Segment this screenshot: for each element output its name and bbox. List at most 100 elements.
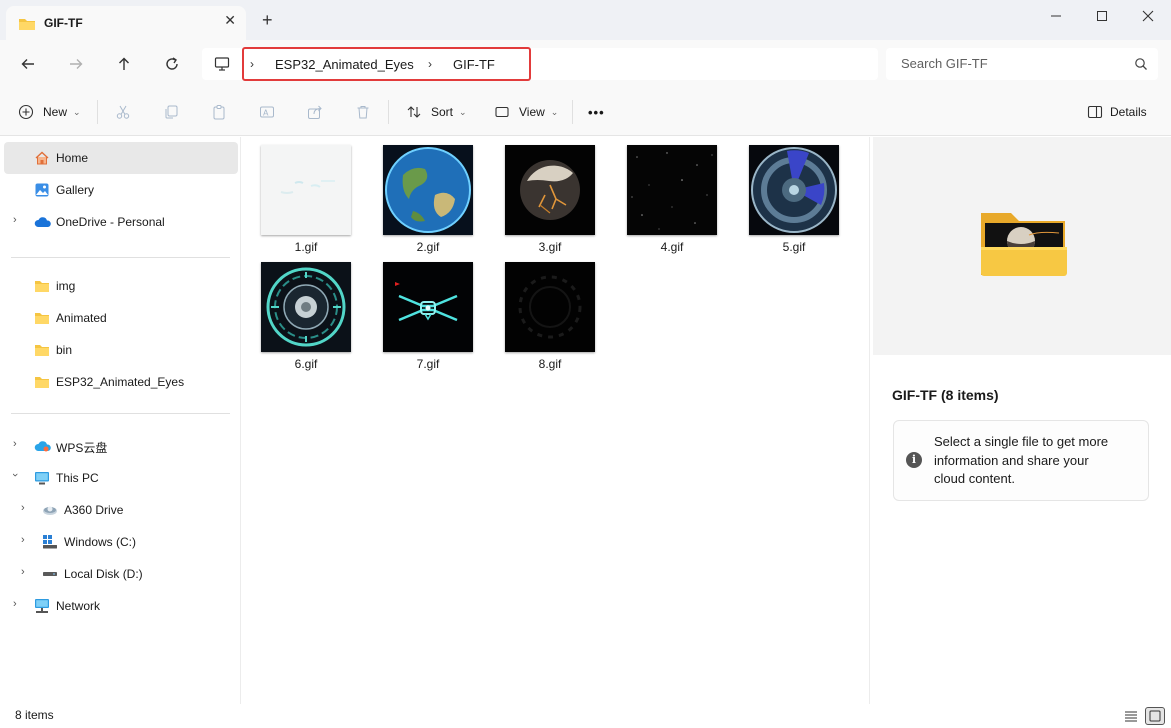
divider	[97, 100, 98, 124]
chevron-right-icon: ›	[428, 57, 432, 71]
sidebar-label: Gallery	[56, 183, 95, 197]
details-button[interactable]: Details	[1087, 100, 1147, 124]
back-button[interactable]	[12, 48, 44, 80]
view-button[interactable]: View ⌄	[494, 100, 558, 124]
breadcrumb-esp32-animated-eyes[interactable]: ESP32_Animated_Eyes	[275, 57, 414, 72]
sidebar-label: Local Disk (D:)	[64, 567, 143, 581]
chevron-right-icon[interactable]: ›	[21, 502, 25, 514]
file-name: 4.gif	[660, 240, 684, 254]
file-item-3-gif[interactable]: 3.gif	[504, 137, 596, 254]
address-bar[interactable]: › ESP32_Animated_Eyes › GIF-TF	[202, 47, 878, 81]
sidebar-label: Animated	[56, 311, 107, 325]
sidebar-divider	[11, 413, 230, 414]
sort-button[interactable]: Sort ⌄	[406, 100, 467, 124]
chevron-down-icon: ⌄	[459, 106, 467, 117]
sidebar-item-wps[interactable]: › WPS云盘	[4, 430, 238, 462]
search-icon	[1134, 57, 1148, 74]
trash-icon	[357, 106, 369, 119]
share-button[interactable]	[307, 100, 323, 124]
file-item-6-gif[interactable]: 6.gif	[260, 254, 352, 371]
folder-preview-icon	[981, 213, 1067, 276]
file-item-7-gif[interactable]: 7.gif	[382, 254, 474, 371]
sidebar-item-bin[interactable]: bin	[4, 334, 238, 366]
sidebar-item-this-pc[interactable]: › This PC	[4, 462, 238, 494]
plus-circle-icon	[18, 104, 34, 120]
rename-button[interactable]: A	[259, 100, 275, 124]
tab-gif-tf[interactable]: GIF-TF ✕	[6, 6, 246, 40]
view-icon	[495, 106, 509, 118]
navigation-pane: Home Gallery › OneDrive - Personal img A…	[0, 137, 241, 704]
rename-icon: A	[260, 106, 274, 118]
paste-button[interactable]	[211, 100, 227, 124]
sidebar-item-network[interactable]: › Network	[4, 590, 238, 622]
sidebar-item-windows-c[interactable]: › Windows (C:)	[4, 526, 238, 558]
clipboard-icon	[213, 105, 225, 120]
new-button[interactable]: New ⌄	[18, 100, 81, 124]
tab-close-button[interactable]: ✕	[224, 12, 236, 29]
chevron-right-icon[interactable]: ›	[13, 598, 17, 610]
file-item-2-gif[interactable]: 2.gif	[382, 137, 474, 254]
sidebar-item-animated[interactable]: Animated	[4, 302, 238, 334]
arrow-right-icon	[70, 59, 83, 69]
tiles-view-toggle[interactable]	[1145, 707, 1165, 725]
windows-drive-icon	[42, 534, 58, 550]
more-options-button[interactable]: •••	[588, 100, 605, 124]
thumbnail-image	[261, 145, 351, 235]
drive-icon	[42, 566, 58, 582]
file-name: 1.gif	[294, 240, 318, 254]
sidebar-item-onedrive[interactable]: › OneDrive - Personal	[4, 206, 238, 238]
wps-cloud-icon	[34, 438, 51, 454]
breadcrumb-gif-tf[interactable]: GIF-TF	[453, 57, 495, 72]
delete-button[interactable]	[355, 100, 371, 124]
command-bar: New ⌄ A Sort ⌄ View ⌄ ••• Details	[0, 88, 1171, 136]
cloud-icon	[34, 214, 51, 230]
scissors-icon	[116, 105, 130, 119]
chevron-down-icon[interactable]: ›	[9, 473, 21, 477]
view-label: View	[519, 105, 545, 119]
a360-drive-icon	[42, 502, 58, 518]
new-tab-button[interactable]: +	[262, 11, 273, 29]
chevron-right-icon[interactable]: ›	[21, 534, 25, 546]
new-label: New	[43, 105, 68, 119]
search-input[interactable]: Search GIF-TF	[886, 48, 1158, 80]
refresh-icon	[166, 57, 178, 70]
monitor-icon	[214, 56, 230, 75]
copy-button[interactable]	[163, 100, 179, 124]
close-window-button[interactable]	[1125, 0, 1171, 32]
sidebar-item-esp32-animated-eyes[interactable]: ESP32_Animated_Eyes	[4, 366, 238, 398]
file-item-5-gif[interactable]: 5.gif	[748, 137, 840, 254]
chevron-down-icon: ⌄	[550, 106, 559, 117]
arrow-up-icon	[119, 57, 129, 70]
file-item-4-gif[interactable]: 4.gif	[626, 137, 718, 254]
sidebar-item-local-disk-d[interactable]: › Local Disk (D:)	[4, 558, 238, 590]
up-button[interactable]	[108, 48, 140, 80]
sidebar-item-gallery[interactable]: Gallery	[4, 174, 238, 206]
cut-button[interactable]	[115, 100, 131, 124]
file-name: 2.gif	[416, 240, 440, 254]
sidebar-item-img[interactable]: img	[4, 270, 238, 302]
folder-icon	[34, 374, 50, 390]
sidebar-item-a360-drive[interactable]: › A360 Drive	[4, 494, 238, 526]
file-name: 5.gif	[782, 240, 806, 254]
folder-preview	[873, 137, 1171, 355]
sidebar-item-home[interactable]: Home	[4, 142, 238, 174]
title-bar: GIF-TF ✕ +	[0, 0, 1171, 40]
file-item-8-gif[interactable]: 8.gif	[504, 254, 596, 371]
thumbnail-image	[627, 145, 717, 235]
file-item-1-gif[interactable]: 1.gif	[260, 137, 352, 254]
refresh-button[interactable]	[156, 48, 188, 80]
folder-icon	[34, 310, 50, 326]
file-name: 8.gif	[538, 357, 562, 371]
maximize-button[interactable]	[1079, 0, 1125, 32]
forward-button[interactable]	[60, 48, 92, 80]
chevron-right-icon[interactable]: ›	[13, 438, 17, 450]
thumbnail-image	[749, 145, 839, 235]
divider	[572, 100, 573, 124]
info-card: i Select a single file to get more infor…	[893, 420, 1149, 501]
minimize-button[interactable]	[1033, 0, 1079, 32]
details-view-toggle[interactable]	[1124, 709, 1138, 726]
folder-icon	[18, 16, 36, 35]
chevron-right-icon[interactable]: ›	[21, 566, 25, 578]
status-bar: 8 items	[0, 704, 1171, 728]
chevron-right-icon[interactable]: ›	[13, 214, 17, 226]
